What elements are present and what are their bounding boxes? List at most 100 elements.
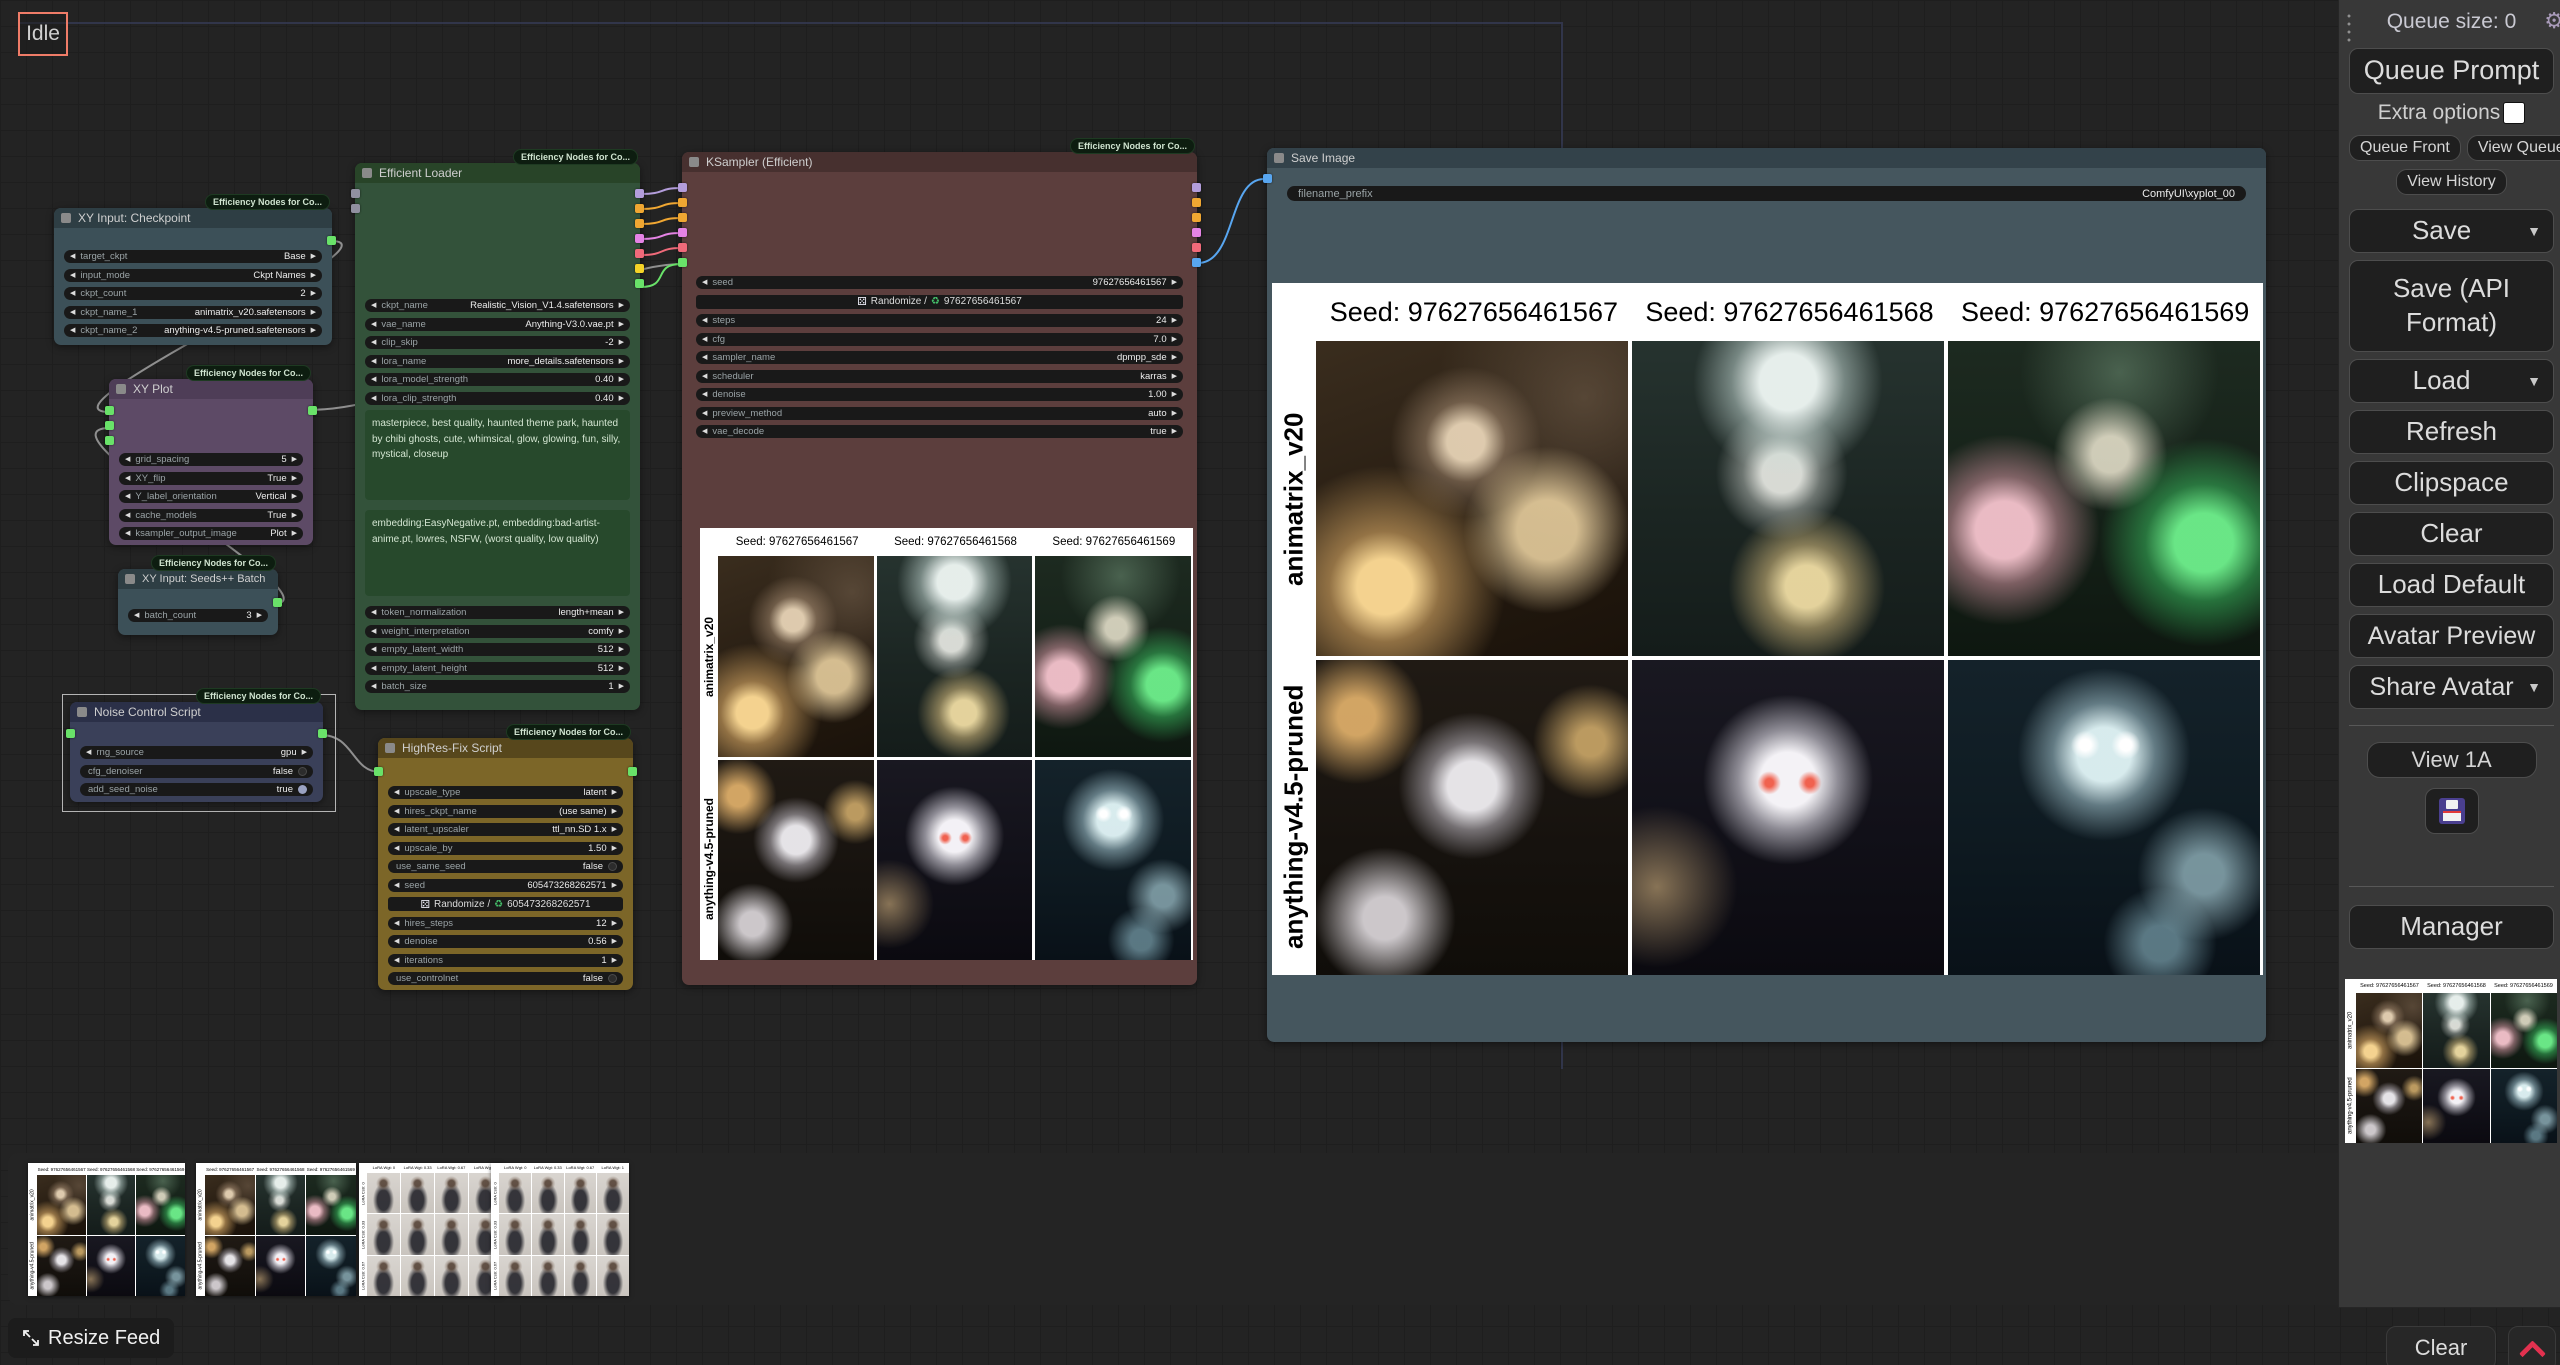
decrement-arrow-icon[interactable]: ◀ [702, 351, 707, 364]
widget-hires_steps[interactable]: ◀hires_steps12▶ [388, 917, 623, 930]
widget-seed[interactable]: ◀seed97627656461567▶ [696, 276, 1183, 289]
LATENT-slot[interactable] [635, 234, 644, 243]
decrement-arrow-icon[interactable]: ◀ [125, 527, 130, 540]
chevron-down-icon[interactable]: ▼ [2527, 373, 2547, 389]
negative-slot[interactable] [678, 213, 687, 222]
widget-add_seed_noise[interactable]: add_seed_noisetrue [80, 783, 313, 796]
decrement-arrow-icon[interactable]: ◀ [394, 786, 399, 799]
MODEL-slot[interactable] [635, 189, 644, 198]
widget-scheduler[interactable]: ◀schedulerkarras▶ [696, 370, 1183, 383]
CONDITIONING-minus-slot[interactable] [1192, 213, 1201, 222]
widget-lora_model_strength[interactable]: ◀lora_model_strength0.40▶ [365, 373, 630, 386]
widget-sampler_name[interactable]: ◀sampler_namedpmpp_sde▶ [696, 351, 1183, 364]
cnet_stack-slot[interactable] [351, 204, 360, 213]
decrement-arrow-icon[interactable]: ◀ [125, 509, 130, 522]
decrement-arrow-icon[interactable]: ◀ [394, 917, 399, 930]
optional_vae-slot[interactable] [678, 243, 687, 252]
increment-arrow-icon[interactable]: ▶ [612, 954, 617, 967]
widget-clip_skip[interactable]: ◀clip_skip-2▶ [365, 336, 630, 349]
decrement-arrow-icon[interactable]: ◀ [86, 746, 91, 759]
randomize-button[interactable]: ⚄Randomize /♻97627656461567 [696, 295, 1183, 309]
increment-arrow-icon[interactable]: ▶ [1172, 276, 1177, 289]
node-title[interactable]: HighRes-Fix Script [378, 738, 633, 758]
clear-button[interactable]: Clear [2349, 512, 2554, 556]
decrement-arrow-icon[interactable]: ◀ [70, 250, 75, 263]
node-title[interactable]: Efficient Loader [355, 163, 640, 183]
CONDITIONING-plus-slot[interactable] [1192, 198, 1201, 207]
decrement-arrow-icon[interactable]: ◀ [394, 823, 399, 836]
decrement-arrow-icon[interactable]: ◀ [702, 333, 707, 346]
MODEL-slot[interactable] [1192, 183, 1201, 192]
widget-filename_prefix[interactable]: filename_prefixComfyUI\xyplot_00 [1287, 186, 2246, 201]
decrement-arrow-icon[interactable]: ◀ [371, 662, 376, 675]
images-slot[interactable] [1263, 174, 1272, 183]
increment-arrow-icon[interactable]: ▶ [257, 609, 262, 622]
widget-XY_flip[interactable]: ◀XY_flipTrue▶ [119, 472, 303, 485]
decrement-arrow-icon[interactable]: ◀ [371, 355, 376, 368]
widget-input_mode[interactable]: ◀input_modeCkpt Names▶ [64, 269, 322, 282]
node-xy-plot[interactable]: Efficiency Nodes for Co... XY Plot ◀grid… [109, 379, 313, 545]
widget-upscale_by[interactable]: ◀upscale_by1.50▶ [388, 842, 623, 855]
decrement-arrow-icon[interactable]: ◀ [702, 370, 707, 383]
widget-vae_name[interactable]: ◀vae_nameAnything-V3.0.vae.pt▶ [365, 318, 630, 331]
queue-front-button[interactable]: Queue Front [2349, 135, 2461, 161]
node-title[interactable]: Noise Control Script [70, 702, 323, 722]
increment-arrow-icon[interactable]: ▶ [619, 318, 624, 331]
DEPENDENCIES-slot[interactable] [635, 279, 644, 288]
X-slot[interactable] [327, 236, 336, 245]
widget-empty_latent_width[interactable]: ◀empty_latent_width512▶ [365, 643, 630, 656]
widget-Y_label_orientation[interactable]: ◀Y_label_orientationVertical▶ [119, 490, 303, 503]
randomize-button[interactable]: ⚄Randomize /♻605473268262571 [388, 897, 623, 911]
negative-prompt[interactable]: embedding:EasyNegative.pt, embedding:bad… [365, 510, 630, 596]
increment-arrow-icon[interactable]: ▶ [619, 355, 624, 368]
increment-arrow-icon[interactable]: ▶ [302, 746, 307, 759]
Y-slot[interactable] [105, 436, 114, 445]
SCRIPT-slot[interactable] [308, 406, 317, 415]
X-slot[interactable] [105, 421, 114, 430]
increment-arrow-icon[interactable]: ▶ [612, 917, 617, 930]
decrement-arrow-icon[interactable]: ◀ [134, 609, 139, 622]
SCRIPT-slot[interactable] [318, 729, 327, 738]
increment-arrow-icon[interactable]: ▶ [619, 625, 624, 638]
decrement-arrow-icon[interactable]: ◀ [371, 392, 376, 405]
decrement-arrow-icon[interactable]: ◀ [70, 269, 75, 282]
increment-arrow-icon[interactable]: ▶ [311, 287, 316, 300]
node-title[interactable]: XY Input: Seeds++ Batch [118, 569, 278, 589]
decrement-arrow-icon[interactable]: ◀ [70, 306, 75, 319]
decrement-arrow-icon[interactable]: ◀ [371, 373, 376, 386]
decrement-arrow-icon[interactable]: ◀ [702, 314, 707, 327]
chevron-down-icon[interactable]: ▼ [2527, 223, 2547, 239]
feed-clear-button[interactable]: Clear [2386, 1326, 2496, 1365]
gear-icon[interactable]: ⚙ [2544, 8, 2560, 34]
save-workflow-icon-button[interactable] [2425, 788, 2479, 834]
node-noise-control-script[interactable]: Efficiency Nodes for Co... Noise Control… [70, 702, 323, 802]
decrement-arrow-icon[interactable]: ◀ [371, 318, 376, 331]
load-default-button[interactable]: Load Default [2349, 563, 2554, 607]
widget-use_controlnet[interactable]: use_controlnetfalse [388, 972, 623, 985]
increment-arrow-icon[interactable]: ▶ [292, 509, 297, 522]
chevron-down-icon[interactable]: ▼ [2527, 679, 2547, 695]
comfyui-canvas[interactable]: Efficiency Nodes for Co... XY Input: Che… [0, 0, 2560, 1365]
increment-arrow-icon[interactable]: ▶ [619, 373, 624, 386]
VAE-slot[interactable] [1192, 243, 1201, 252]
decrement-arrow-icon[interactable]: ◀ [371, 606, 376, 619]
widget-steps[interactable]: ◀steps24▶ [696, 314, 1183, 327]
view-history-button[interactable]: View History [2396, 169, 2507, 195]
CLIP-slot[interactable] [635, 264, 644, 273]
node-save-image[interactable]: Save Image filename_prefixComfyUI\xyplot… [1267, 148, 2266, 1042]
widget-empty_latent_height[interactable]: ◀empty_latent_height512▶ [365, 662, 630, 675]
IMAGE-slot[interactable] [1192, 258, 1201, 267]
image-feed-bar[interactable]: Seed: 97627656461567Seed: 97627656461568… [8, 1153, 2428, 1305]
node-highres-fix-script[interactable]: Efficiency Nodes for Co... HighRes-Fix S… [378, 738, 633, 990]
widget-ckpt_name[interactable]: ◀ckpt_nameRealistic_Vision_V1.4.safetens… [365, 299, 630, 312]
increment-arrow-icon[interactable]: ▶ [1172, 388, 1177, 401]
queue-prompt-button[interactable]: Queue Prompt [2349, 48, 2554, 94]
feed-thumbnail-lora-2[interactable]: LoRA Wgt: 0LoRA Wgt: 0.33LoRA Wgt: 0.67L… [491, 1163, 629, 1296]
increment-arrow-icon[interactable]: ▶ [619, 662, 624, 675]
widget-token_normalization[interactable]: ◀token_normalizationlength+mean▶ [365, 606, 630, 619]
increment-arrow-icon[interactable]: ▶ [292, 490, 297, 503]
feed-thumbnail-xyplot-2[interactable]: Seed: 97627656461567Seed: 97627656461568… [196, 1163, 356, 1296]
VAE-slot[interactable] [635, 249, 644, 258]
clipspace-button[interactable]: Clipspace [2349, 461, 2554, 505]
increment-arrow-icon[interactable]: ▶ [612, 805, 617, 818]
